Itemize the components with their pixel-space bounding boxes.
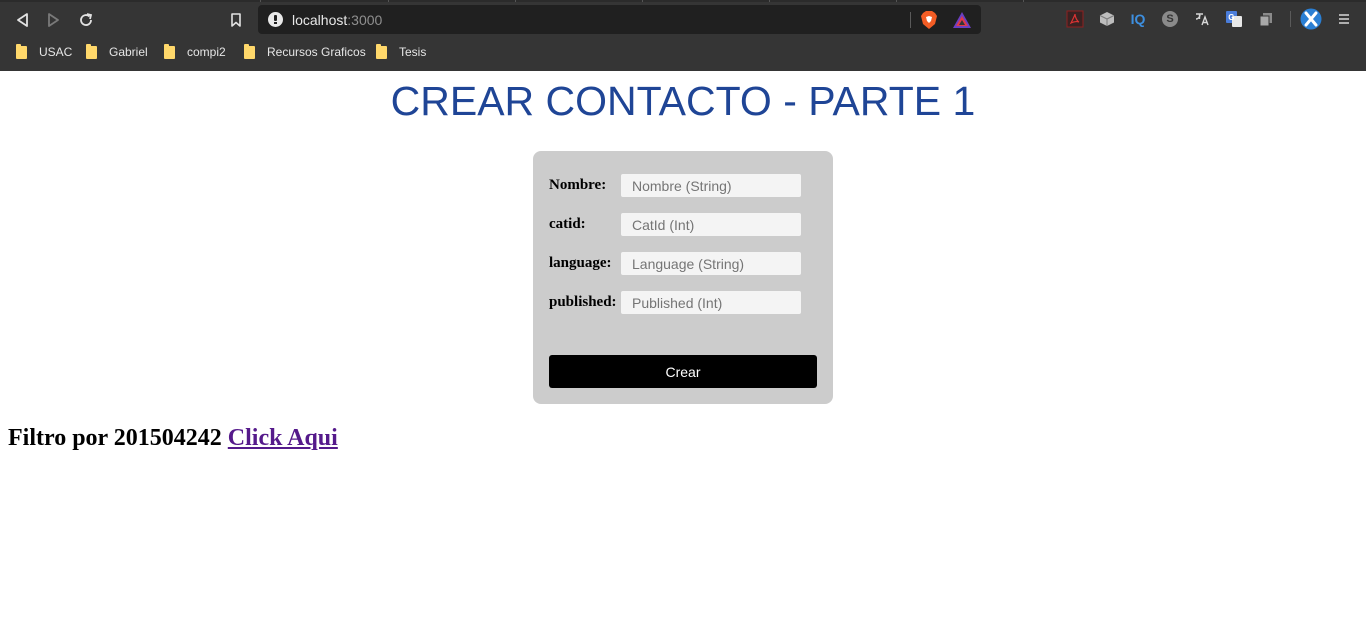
tab-divider [1023,0,1024,2]
s-extension[interactable]: S [1161,10,1179,28]
folder-icon [244,43,255,59]
bookmark-label: Recursos Graficos [267,45,366,59]
create-contact-form: Nombre: catid: language: published: Crea… [533,151,833,404]
profile-button[interactable] [1300,8,1322,30]
s-icon: S [1162,11,1178,27]
bookmark-folder-compi2[interactable]: compi2 [164,41,226,63]
click-aqui-link[interactable]: Click Aqui [228,425,338,451]
svg-text:G: G [1228,13,1234,22]
bookmark-folder-recursos-graficos[interactable]: Recursos Graficos [244,41,366,63]
catid-label: catid: [549,216,586,232]
bookmark-label: Gabriel [109,45,148,59]
pdf-icon [1066,10,1084,28]
tab-divider [642,0,643,2]
site-info-icon[interactable] [268,12,283,27]
tab-divider [260,0,261,2]
forward-button[interactable] [43,9,65,31]
bookmark-folder-usac[interactable]: USAC [16,41,72,63]
translate-glyph-icon [1195,13,1209,26]
x-logo-icon [1300,8,1322,30]
brave-shields-icon[interactable] [920,10,938,30]
tab-strip [0,0,1366,2]
copy-extension[interactable] [1257,10,1275,28]
tab-divider [769,0,770,2]
url-text[interactable]: localhost:3000 [292,12,382,28]
catid-input[interactable] [621,213,801,236]
bookmark-label: compi2 [187,45,226,59]
back-icon [17,13,28,27]
published-label: published: [549,294,617,310]
bookmark-label: Tesis [399,45,427,59]
tab-divider [896,0,897,2]
published-input[interactable] [621,291,801,314]
reload-icon [80,13,93,26]
copy-icon [1259,13,1272,27]
bookmark-button[interactable] [225,9,247,31]
s-icon-letter: S [1166,13,1174,25]
back-button[interactable] [11,9,33,31]
google-translate-icon: G [1226,11,1242,27]
google-translate-extension[interactable]: G [1225,10,1243,28]
nombre-label: Nombre: [549,177,607,193]
folder-icon [376,43,387,59]
bookmark-icon [231,13,241,27]
menu-icon [1339,14,1349,24]
language-input[interactable] [621,252,801,275]
bookmark-folder-gabriel[interactable]: Gabriel [86,41,148,63]
filter-text: Filtro por 201504242 [8,425,228,451]
bookmark-label: USAC [39,45,73,59]
page-title: CREAR CONTACTO - PARTE 1 [390,78,976,124]
url-divider [910,12,911,28]
forward-icon [48,13,59,27]
cube-icon [1099,12,1115,26]
folder-icon [86,43,97,59]
bookmark-folder-tesis[interactable]: Tesis [376,41,426,63]
bookmarks-bar: USAC Gabriel compi2 Recursos Graficos Te… [0,41,1366,63]
iq-extension[interactable]: IQ [1129,10,1147,28]
main-menu-button[interactable] [1335,10,1353,28]
translate-glyph-extension[interactable] [1193,10,1211,28]
url-host: localhost [292,12,348,28]
crear-button[interactable]: Crear [549,355,817,388]
toolbar-divider [1290,11,1291,27]
pdf-extension[interactable] [1066,10,1084,28]
cube-extension[interactable] [1098,10,1116,28]
reload-button[interactable] [75,9,97,31]
url-port: :3000 [347,12,383,28]
tab-divider [515,0,516,2]
iq-icon: IQ [1130,11,1146,27]
folder-icon [16,43,27,59]
filter-line: Filtro por 201504242 Click Aqui [8,424,338,452]
nombre-input[interactable] [621,174,801,197]
language-label: language: [549,255,612,271]
tab-divider [388,0,389,2]
folder-icon [164,43,175,59]
address-bar[interactable]: localhost:3000 [258,5,981,34]
browser-toolbar: localhost:3000 IQ S G USAC Gabriel compi… [0,0,1366,71]
brave-rewards-icon[interactable] [952,11,972,29]
